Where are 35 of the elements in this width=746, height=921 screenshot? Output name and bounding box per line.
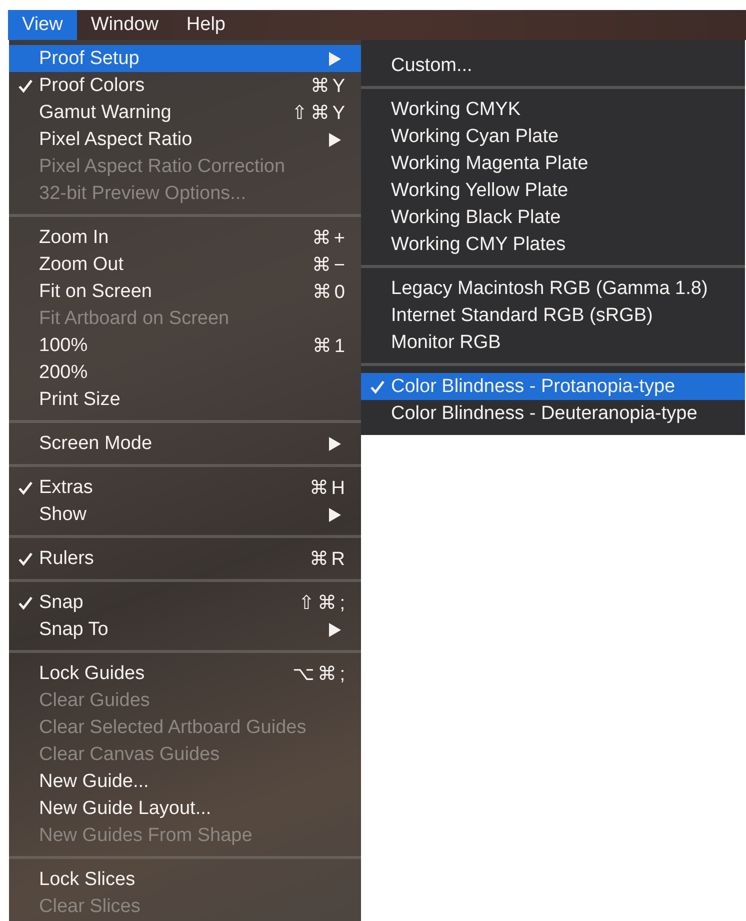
menu-item[interactable]: Working CMY Plates — [361, 231, 745, 258]
menu-item[interactable]: Print Size — [9, 386, 361, 413]
menu-item[interactable]: Gamut Warning ⇧⌘Y — [9, 99, 361, 126]
menu-bar-item[interactable]: Window — [76, 10, 172, 40]
menu-item[interactable]: 200% — [9, 359, 361, 386]
menu-item[interactable]: Rulers ⌘R — [9, 545, 361, 572]
menu-item[interactable]: Zoom Out ⌘− — [9, 251, 361, 278]
menu-item[interactable]: Working Black Plate — [361, 204, 745, 231]
menu-item[interactable]: New Guide... — [9, 768, 361, 795]
menu-item[interactable]: Legacy Macintosh RGB (Gamma 1.8) — [361, 275, 745, 302]
menu-item[interactable]: Internet Standard RGB (sRGB) — [361, 302, 745, 329]
menu-item[interactable]: Show — [9, 501, 361, 528]
menu-item[interactable]: Snap To — [9, 616, 361, 643]
menu-item[interactable]: Pixel Aspect Ratio — [9, 126, 361, 153]
menu-item[interactable]: Color Blindness - Deuteranopia-type — [361, 400, 745, 427]
menu-item[interactable]: Working CMYK — [361, 96, 745, 123]
menu-bar-item[interactable]: View — [8, 10, 77, 40]
menu-item[interactable]: New Guide Layout... — [9, 795, 361, 822]
menu-bar-item[interactable]: Help — [172, 10, 240, 40]
menu-item[interactable]: 100% ⌘1 — [9, 332, 361, 359]
menu-item[interactable]: Screen Mode — [9, 430, 361, 457]
menu-item[interactable]: Working Yellow Plate — [361, 177, 745, 204]
menu-item[interactable]: Lock Guides ⌥⌘; — [9, 660, 361, 687]
menu-item[interactable]: Monitor RGB — [361, 329, 745, 356]
menu-item[interactable]: Extras ⌘H — [9, 474, 361, 501]
menu-item[interactable]: Working Cyan Plate — [361, 123, 745, 150]
menu-item[interactable]: Custom... — [361, 52, 745, 79]
menu-item[interactable]: Working Magenta Plate — [361, 150, 745, 177]
menu-item[interactable]: Fit on Screen ⌘0 — [9, 278, 361, 305]
menu-item[interactable]: Zoom In ⌘+ — [9, 224, 361, 251]
menu-item[interactable]: Proof Setup — [9, 45, 361, 72]
menu-item[interactable]: Color Blindness - Protanopia-type — [361, 373, 745, 400]
menu-item[interactable]: Proof Colors ⌘Y — [9, 72, 361, 99]
menu-item[interactable]: Snap ⇧⌘; — [9, 589, 361, 616]
menu-item[interactable]: Lock Slices — [9, 866, 361, 893]
